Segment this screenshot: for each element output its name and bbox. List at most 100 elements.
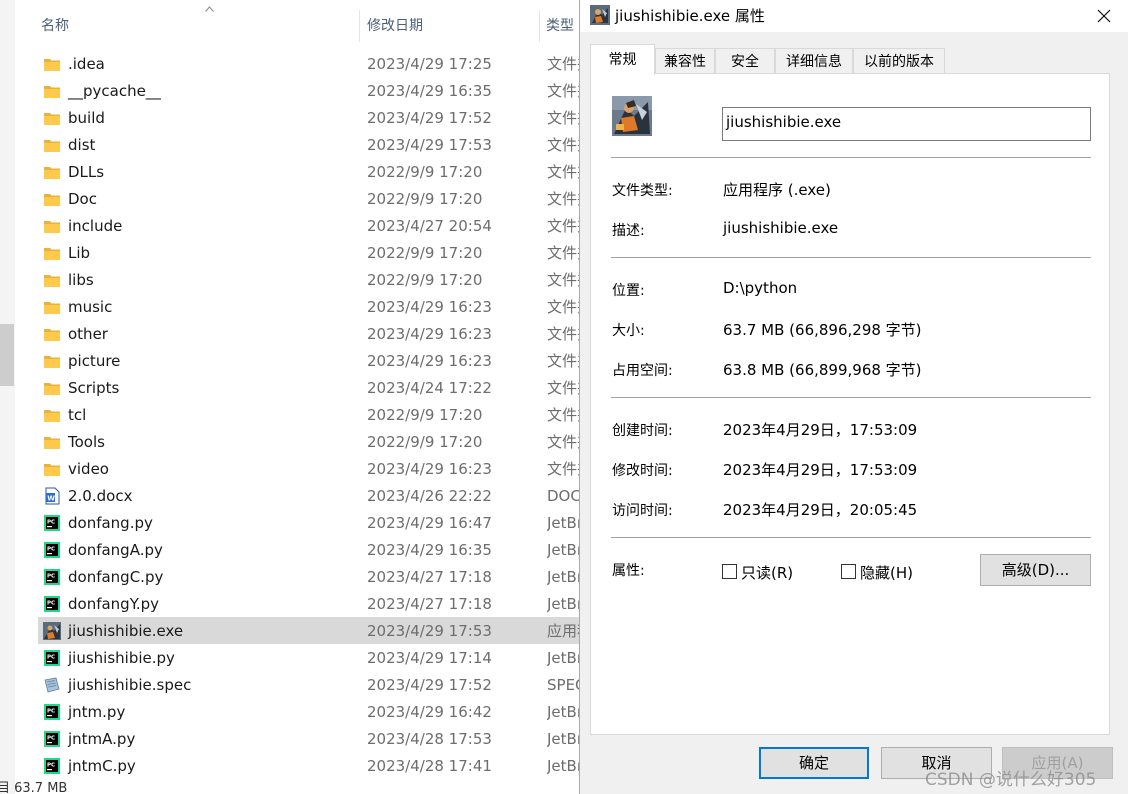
divider: [611, 257, 1091, 258]
file-date: 2023/4/28 17:53: [367, 730, 492, 748]
close-icon: [1097, 9, 1111, 23]
folder-icon: [44, 329, 60, 341]
tab-security[interactable]: 安全: [715, 48, 775, 74]
hidden-checkbox[interactable]: [841, 564, 856, 579]
pycharm-file-icon: PC: [44, 569, 60, 585]
file-name: donfang.py: [68, 514, 153, 532]
size-on-disk-label: 占用空间:: [612, 363, 673, 379]
tab-details[interactable]: 详细信息: [775, 48, 853, 74]
hidden-label[interactable]: 隐藏(H): [860, 562, 913, 583]
file-row[interactable]: video2023/4/29 16:23文件夹: [38, 455, 598, 482]
file-row[interactable]: tcl2022/9/9 17:20文件夹: [38, 401, 598, 428]
word-file-icon: W: [45, 487, 60, 505]
file-row[interactable]: PCjiushishibie.py2023/4/29 17:14JetBrain…: [38, 644, 598, 671]
folder-icon: [44, 437, 60, 449]
file-name: jntmC.py: [68, 757, 136, 775]
file-name: libs: [68, 271, 94, 289]
watermark: CSDN @说什么好305: [925, 770, 1097, 790]
screen: { "explorer": { "columns": { "name": "名称…: [0, 0, 1128, 794]
file-row[interactable]: PCdonfangC.py2023/4/27 17:18JetBrains: [38, 563, 598, 590]
pycharm-file-icon: PC: [44, 704, 60, 720]
scrollbar-thumb[interactable]: [0, 324, 14, 386]
folder-icon: [44, 275, 60, 287]
size-value: 63.7 MB (66,896,298 字节): [723, 321, 922, 339]
app-icon: [590, 5, 610, 25]
folder-icon: [44, 248, 60, 260]
file-row[interactable]: PCjntm.py2023/4/29 16:42JetBrains: [38, 698, 598, 725]
file-row[interactable]: Tools2022/9/9 17:20文件夹: [38, 428, 598, 455]
file-date: 2023/4/27 20:54: [367, 217, 492, 235]
file-row[interactable]: PCjntmA.py2023/4/28 17:53JetBrains: [38, 725, 598, 752]
file-date: 2023/4/29 16:42: [367, 703, 492, 721]
pycharm-file-icon: PC: [44, 596, 60, 612]
file-row[interactable]: build2023/4/29 17:52文件夹: [38, 104, 598, 131]
file-row[interactable]: libs2022/9/9 17:20文件夹: [38, 266, 598, 293]
file-row[interactable]: jiushishibie.exe2023/4/29 17:53应用程序: [38, 617, 598, 644]
vertical-scrollbar[interactable]: [0, 0, 15, 794]
status-bar: 项目 63.7 MB: [0, 781, 68, 794]
file-row[interactable]: include2023/4/27 20:54文件夹: [38, 212, 598, 239]
tab-general[interactable]: 常规: [590, 44, 655, 75]
file-date: 2023/4/29 16:23: [367, 325, 492, 343]
file-date: 2023/4/29 17:14: [367, 649, 492, 667]
file-date: 2023/4/29 17:52: [367, 109, 492, 127]
size-on-disk-value: 63.8 MB (66,899,968 字节): [723, 361, 922, 379]
accessed-label: 访问时间:: [612, 503, 673, 519]
file-name: jiushishibie.exe: [68, 622, 184, 640]
file-row[interactable]: Doc2022/9/9 17:20文件夹: [38, 185, 598, 212]
file-row[interactable]: jiushishibie.spec 2023/4/29 17:52 SPEC: [38, 671, 598, 698]
file-row[interactable]: .idea2023/4/29 17:25文件夹: [38, 50, 598, 77]
file-name: Doc: [68, 190, 97, 208]
file-name: include: [68, 217, 123, 235]
file-date: 2022/9/9 17:20: [367, 433, 483, 451]
file-date: 2023/4/28 17:41: [367, 757, 492, 775]
file-row[interactable]: Lib2022/9/9 17:20文件夹: [38, 239, 598, 266]
folder-icon: [44, 59, 60, 71]
file-row[interactable]: picture2023/4/29 16:23文件夹: [38, 347, 598, 374]
ok-button[interactable]: 确定: [759, 747, 869, 779]
advanced-button[interactable]: 高级(D)...: [980, 554, 1091, 586]
description-value: jiushishibie.exe: [723, 219, 839, 237]
tab-previous-versions[interactable]: 以前的版本: [853, 48, 945, 74]
sort-up-icon: [205, 6, 214, 12]
column-divider[interactable]: [359, 10, 360, 42]
file-row[interactable]: PCdonfang.py2023/4/29 16:47JetBrains: [38, 509, 598, 536]
file-name: Tools: [68, 433, 105, 451]
file-row[interactable]: DLLs2022/9/9 17:20文件夹: [38, 158, 598, 185]
title-bar[interactable]: jiushishibie.exe 属性: [580, 0, 1128, 32]
folder-icon: [44, 302, 60, 314]
file-date: 2023/4/29 16:47: [367, 514, 492, 532]
file-name: jiushishibie.py: [68, 649, 175, 667]
file-row[interactable]: Scripts2023/4/24 17:22文件夹: [38, 374, 598, 401]
location-value: D:\python: [723, 279, 798, 297]
column-divider[interactable]: [539, 10, 540, 42]
file-name: donfangA.py: [68, 541, 163, 559]
location-label: 位置:: [612, 283, 645, 299]
readonly-label[interactable]: 只读(R): [741, 562, 793, 583]
file-row[interactable]: other2023/4/29 16:23文件夹: [38, 320, 598, 347]
file-row[interactable]: W 2.0.docx 2023/4/26 22:22 DOCX: [38, 482, 598, 509]
file-name: jntm.py: [68, 703, 126, 721]
divider: [611, 157, 1091, 158]
readonly-checkbox[interactable]: [722, 564, 737, 579]
folder-icon: [44, 356, 60, 368]
close-button[interactable]: [1082, 0, 1126, 32]
tab-compatibility[interactable]: 兼容性: [655, 48, 715, 74]
file-row[interactable]: PCdonfangA.py2023/4/29 16:35JetBrains: [38, 536, 598, 563]
column-name[interactable]: 名称: [41, 0, 69, 44]
file-row[interactable]: dist2023/4/29 17:53文件夹: [38, 131, 598, 158]
file-name: jntmA.py: [68, 730, 136, 748]
file-date: 2023/4/29 17:53: [367, 136, 492, 154]
file-row[interactable]: __pycache__2023/4/29 16:35文件夹: [38, 77, 598, 104]
svg-text:PC: PC: [47, 601, 55, 607]
column-date[interactable]: 修改日期: [367, 0, 423, 44]
column-type[interactable]: 类型: [546, 0, 574, 44]
general-panel: jiushishibie.exe 文件类型: 应用程序 (.exe) 描述: j…: [590, 73, 1110, 735]
filename-field[interactable]: jiushishibie.exe: [722, 107, 1091, 141]
file-date: 2023/4/29 16:23: [367, 298, 492, 316]
file-name: jiushishibie.spec: [68, 676, 192, 694]
file-row[interactable]: music2023/4/29 16:23文件夹: [38, 293, 598, 320]
file-row[interactable]: PCdonfangY.py2023/4/27 17:18JetBrains: [38, 590, 598, 617]
file-row[interactable]: PCjntmC.py2023/4/28 17:41JetBrains: [38, 752, 598, 779]
folder-icon: [44, 410, 60, 422]
